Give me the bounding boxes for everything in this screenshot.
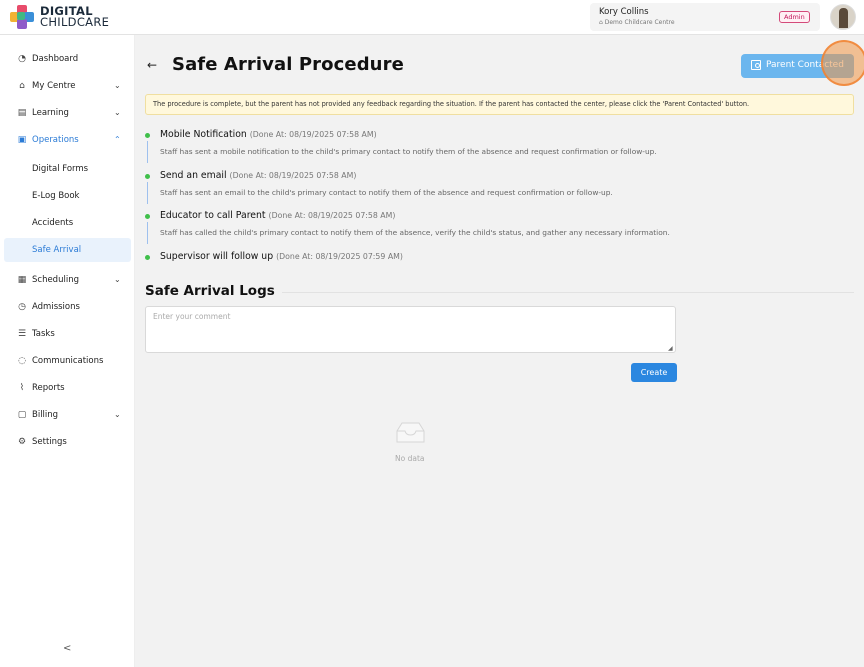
sidebar-item-my-centre[interactable]: ⌂ My Centre ⌄ [0, 73, 135, 98]
tasks-icon: ☰ [17, 328, 27, 339]
sidebar-item-label: My Centre [32, 80, 76, 91]
step-title-text: Educator to call Parent [160, 210, 266, 221]
step-done-dot [145, 214, 150, 219]
sidebar-subitem-safe-arrival[interactable]: Safe Arrival [4, 238, 131, 262]
step-done-at: (Done At: 08/19/2025 07:58 AM) [229, 171, 357, 180]
chat-icon: ◌ [18, 355, 26, 366]
empty-inbox-icon [396, 422, 425, 443]
sidebar-item-label: Operations [32, 134, 79, 145]
step-description: Staff has sent an email to the child's p… [160, 188, 613, 197]
comment-input[interactable] [145, 306, 676, 353]
divider [282, 292, 854, 293]
tap-indicator [821, 40, 864, 86]
sidebar-subitem-label: Digital Forms [32, 164, 89, 174]
sidebar-item-tasks[interactable]: ☰ Tasks [0, 321, 135, 346]
step-done-at: (Done At: 08/19/2025 07:58 AM) [268, 211, 396, 220]
timeline-connector [147, 141, 148, 163]
timeline-connector [147, 182, 148, 204]
step-title-text: Mobile Notification [160, 129, 247, 140]
sidebar-subitem-label: Accidents [32, 218, 74, 228]
sidebar-item-dashboard[interactable]: ◔ Dashboard [0, 46, 135, 71]
calendar-icon: ▦ [17, 274, 27, 285]
chevron-down-icon: ⌄ [114, 81, 121, 90]
contact-card-icon [751, 60, 761, 70]
sidebar-subitem-label: Safe Arrival [32, 245, 82, 255]
sidebar-item-label: Admissions [32, 301, 80, 312]
avatar[interactable] [830, 4, 856, 30]
chevron-down-icon: ⌄ [114, 410, 121, 419]
sidebar-item-reports[interactable]: ⌇ Reports [0, 375, 135, 400]
puzzle-logo-icon [8, 3, 36, 31]
top-bar: DIGITAL CHILDCARE Kory Collins ⌂ Demo Ch… [0, 0, 864, 35]
chevron-down-icon: ⌄ [114, 108, 121, 117]
sidebar-item-settings[interactable]: ⚙ Settings [0, 429, 135, 454]
sidebar-subitem-digital-forms[interactable]: Digital Forms [0, 157, 135, 181]
home-icon: ⌂ [19, 80, 25, 91]
brand-line2: CHILDCARE [40, 15, 110, 29]
step-title: Educator to call Parent (Done At: 08/19/… [160, 210, 395, 221]
step-title: Mobile Notification (Done At: 08/19/2025… [160, 129, 377, 140]
user-name: Kory Collins [599, 7, 649, 17]
sidebar-item-label: Dashboard [32, 53, 79, 64]
logs-title: Safe Arrival Logs [145, 283, 275, 299]
admissions-icon: ◷ [18, 301, 26, 312]
chevron-down-icon: ⌄ [114, 275, 121, 284]
user-centre: ⌂ Demo Childcare Centre [599, 19, 675, 26]
sidebar-item-admissions[interactable]: ◷ Admissions [0, 294, 135, 319]
step-done-dot [145, 255, 150, 260]
step-title-text: Send an email [160, 170, 227, 181]
empty-state-text: No data [395, 454, 425, 463]
sidebar-item-label: Learning [32, 107, 69, 118]
timeline-connector [147, 222, 148, 244]
sidebar-item-label: Settings [32, 436, 67, 447]
sidebar-subitem-accidents[interactable]: Accidents [0, 211, 135, 235]
resize-handle-icon[interactable]: ◢ [668, 345, 673, 352]
sidebar-item-label: Reports [32, 382, 65, 393]
create-button[interactable]: Create [631, 363, 677, 382]
dashboard-icon: ◔ [18, 53, 26, 64]
brand-logo[interactable]: DIGITAL CHILDCARE [8, 3, 109, 31]
step-done-dot [145, 174, 150, 179]
step-done-at: (Done At: 08/19/2025 07:58 AM) [249, 130, 377, 139]
page-title: Safe Arrival Procedure [172, 54, 404, 75]
sidebar-item-label: Billing [32, 409, 59, 420]
sidebar-item-label: Tasks [32, 328, 55, 339]
centre-name: Demo Childcare Centre [604, 19, 675, 26]
brand-name: DIGITAL CHILDCARE [40, 5, 110, 29]
operations-icon: ▣ [17, 134, 27, 145]
sidebar-item-label: Scheduling [32, 274, 79, 285]
step-title: Send an email (Done At: 08/19/2025 07:58… [160, 170, 356, 181]
back-arrow-icon[interactable]: ← [147, 58, 157, 72]
chart-icon: ⌇ [19, 382, 25, 393]
sidebar-item-label: Communications [32, 355, 104, 366]
sidebar-subitem-e-log-book[interactable]: E-Log Book [0, 184, 135, 208]
billing-icon: ▢ [17, 409, 27, 420]
sidebar-item-learning[interactable]: ▤ Learning ⌄ [0, 100, 135, 125]
sidebar-item-scheduling[interactable]: ▦ Scheduling ⌄ [0, 267, 135, 292]
role-badge: Admin [779, 11, 810, 23]
step-title-text: Supervisor will follow up [160, 251, 274, 262]
status-alert: The procedure is complete, but the paren… [145, 94, 854, 115]
user-card[interactable]: Kory Collins ⌂ Demo Childcare Centre Adm… [590, 3, 820, 31]
sidebar-item-communications[interactable]: ◌ Communications [0, 348, 135, 373]
sidebar-item-billing[interactable]: ▢ Billing ⌄ [0, 402, 135, 427]
sidebar: ◔ Dashboard ⌂ My Centre ⌄ ▤ Learning ⌄ ▣… [0, 35, 135, 667]
step-description: Staff has called the child's primary con… [160, 228, 670, 237]
sidebar-item-operations[interactable]: ▣ Operations ⌃ [0, 127, 135, 152]
step-title: Supervisor will follow up (Done At: 08/1… [160, 251, 403, 262]
step-description: Staff has sent a mobile notification to … [160, 147, 657, 156]
step-done-dot [145, 133, 150, 138]
book-icon: ▤ [17, 107, 27, 118]
collapse-sidebar-button[interactable]: < [63, 643, 71, 654]
sidebar-subitem-label: E-Log Book [32, 191, 80, 201]
chevron-up-icon: ⌃ [114, 135, 121, 144]
gear-icon: ⚙ [17, 436, 27, 447]
step-done-at: (Done At: 08/19/2025 07:59 AM) [276, 252, 403, 261]
